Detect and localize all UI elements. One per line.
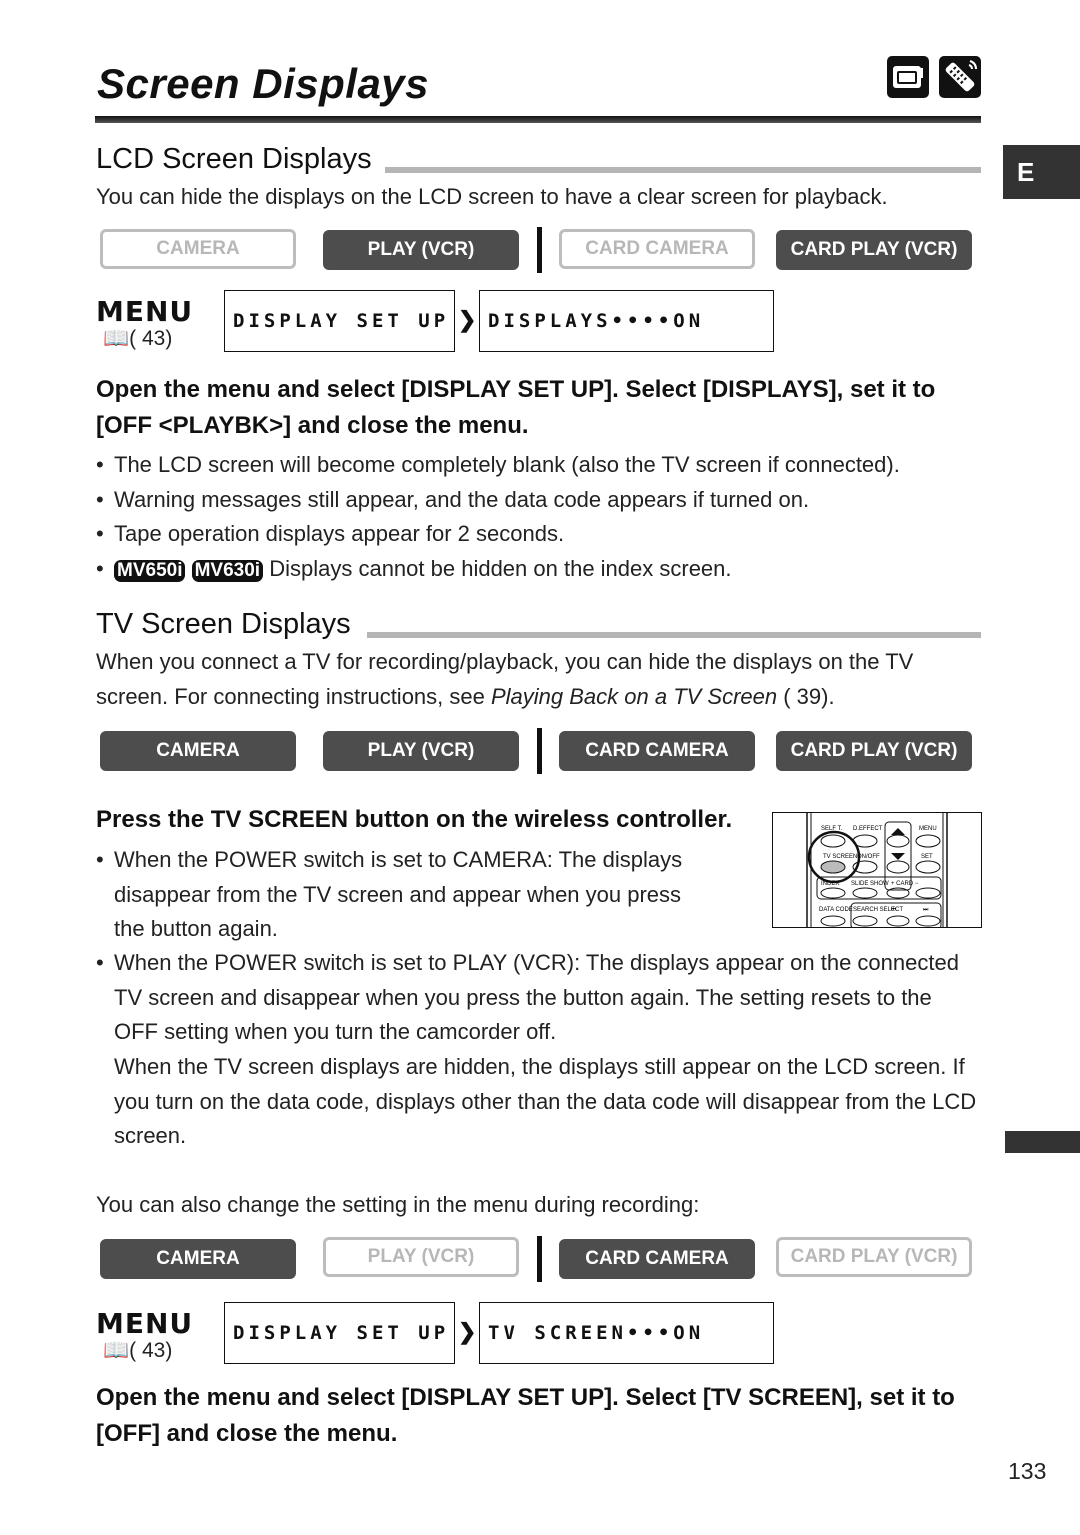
tv-menu-instruction: Open the menu and select [DISPLAY SET UP… xyxy=(96,1384,955,1447)
lcd-section-heading: LCD Screen Displays xyxy=(96,143,372,175)
mode-separator xyxy=(537,728,542,774)
also-change-text: You can also change the setting in the m… xyxy=(96,1192,700,1217)
svg-text:ON/OFF: ON/OFF xyxy=(857,854,880,860)
list-item: Tape operation displays appear for 2 sec… xyxy=(96,517,976,552)
mode-play-vcr: PLAY (VCR) xyxy=(323,230,519,270)
book-icon: 📖 xyxy=(103,1339,130,1362)
remote-control-icon xyxy=(939,56,981,98)
book-icon: 📖 xyxy=(103,327,130,350)
page-number: 133 xyxy=(1008,1458,1047,1484)
svg-text:⏮: ⏮ xyxy=(891,907,897,913)
tv-section-heading: TV Screen Displays xyxy=(96,608,351,640)
svg-text:⏭: ⏭ xyxy=(923,907,929,913)
menu-step-displays-on: DISPLAYS••••ON xyxy=(479,290,774,352)
mode-separator xyxy=(537,1236,542,1282)
tv-bullet-list-1: When the POWER switch is set to CAMERA: … xyxy=(96,843,716,947)
language-tab[interactable]: E xyxy=(1003,145,1080,199)
cross-reference-link[interactable]: Playing Back on a TV Screen xyxy=(491,684,777,709)
menu-label: MENU xyxy=(96,1307,194,1340)
model-badge: MV630i xyxy=(191,559,264,582)
svg-text:INDEX: INDEX xyxy=(821,881,839,887)
svg-text:SLIDE SHOW: SLIDE SHOW xyxy=(851,881,889,887)
list-item: When the POWER switch is set to PLAY (VC… xyxy=(96,946,981,1050)
list-item: Warning messages still appear, and the d… xyxy=(96,483,976,518)
mode-card-camera: CARD CAMERA xyxy=(559,731,755,771)
mode-card-camera: CARD CAMERA xyxy=(559,1239,755,1279)
mode-camera: CAMERA xyxy=(100,1239,296,1279)
section-rule xyxy=(367,632,981,638)
tv-intro: When you connect a TV for recording/play… xyxy=(96,649,914,709)
mode-card-play-vcr: CARD PLAY (VCR) xyxy=(776,1237,972,1277)
mode-card-play-vcr: CARD PLAY (VCR) xyxy=(776,230,972,270)
mode-camera: CAMERA xyxy=(100,229,296,269)
section-rule xyxy=(385,167,981,173)
mode-card-play-vcr: CARD PLAY (VCR) xyxy=(776,731,972,771)
mode-camera: CAMERA xyxy=(100,731,296,771)
arrow-right-icon: ❯ xyxy=(458,307,477,332)
mode-card-camera: CARD CAMERA xyxy=(559,229,755,269)
tv-instruction: Press the TV SCREEN button on the wirele… xyxy=(96,806,733,833)
menu-label: MENU xyxy=(96,295,194,328)
title-rule xyxy=(95,116,981,123)
menu-step-tv-screen-on: TV SCREEN•••ON xyxy=(479,1302,774,1364)
camcorder-icon xyxy=(887,56,929,98)
lcd-bullet-list: The LCD screen will become completely bl… xyxy=(96,448,976,586)
list-item: The LCD screen will become completely bl… xyxy=(96,448,976,483)
list-item: When the POWER switch is set to CAMERA: … xyxy=(96,843,716,947)
svg-text:D.EFFECT: D.EFFECT xyxy=(853,826,883,832)
mode-separator xyxy=(537,227,542,273)
remote-controller-illustration: SELF T. D.EFFECT MENU TV SCREEN ON/OFF SET I… xyxy=(772,812,982,928)
menu-page-ref: 📖( 43) xyxy=(103,1339,173,1362)
svg-text:+ CARD −: + CARD − xyxy=(891,881,919,887)
model-badge: MV650i xyxy=(114,559,186,582)
lcd-intro: You can hide the displays on the LCD scr… xyxy=(96,184,888,209)
menu-page-ref: 📖( 43) xyxy=(103,327,173,350)
page-title: Screen Displays xyxy=(97,60,430,107)
svg-text:TV SCREEN: TV SCREEN xyxy=(823,854,857,860)
mode-play-vcr: PLAY (VCR) xyxy=(323,1237,519,1277)
section-tab-marker xyxy=(1005,1131,1080,1153)
svg-text:SET: SET xyxy=(921,854,933,860)
svg-text:DATA CODE: DATA CODE xyxy=(819,907,853,913)
section-tab-label: Additional Information xyxy=(1050,1164,1080,1367)
lcd-instruction: Open the menu and select [DISPLAY SET UP… xyxy=(96,376,936,439)
menu-step-display-set-up: DISPLAY SET UP xyxy=(224,290,455,352)
svg-text:MENU: MENU xyxy=(919,826,937,832)
arrow-right-icon: ❯ xyxy=(458,1319,477,1344)
tv-bullet-list-2: When the POWER switch is set to PLAY (VC… xyxy=(96,946,981,1050)
tv-bullet-continuation: When the TV screen displays are hidden, … xyxy=(114,1054,977,1148)
model-note: Displays cannot be hidden on the index s… xyxy=(269,555,732,581)
mode-play-vcr: PLAY (VCR) xyxy=(323,731,519,771)
menu-step-display-set-up: DISPLAY SET UP xyxy=(224,1302,455,1364)
list-item: MV650i MV630i Displays cannot be hidden … xyxy=(96,552,976,587)
